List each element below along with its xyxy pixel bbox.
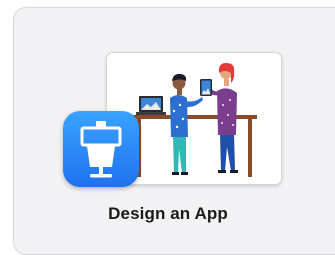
template-card[interactable]: Design an App — [13, 7, 335, 255]
laptop-icon — [136, 96, 166, 115]
keynote-app-icon — [63, 111, 139, 187]
tablet-icon — [200, 79, 212, 96]
template-title: Design an App — [108, 204, 228, 223]
